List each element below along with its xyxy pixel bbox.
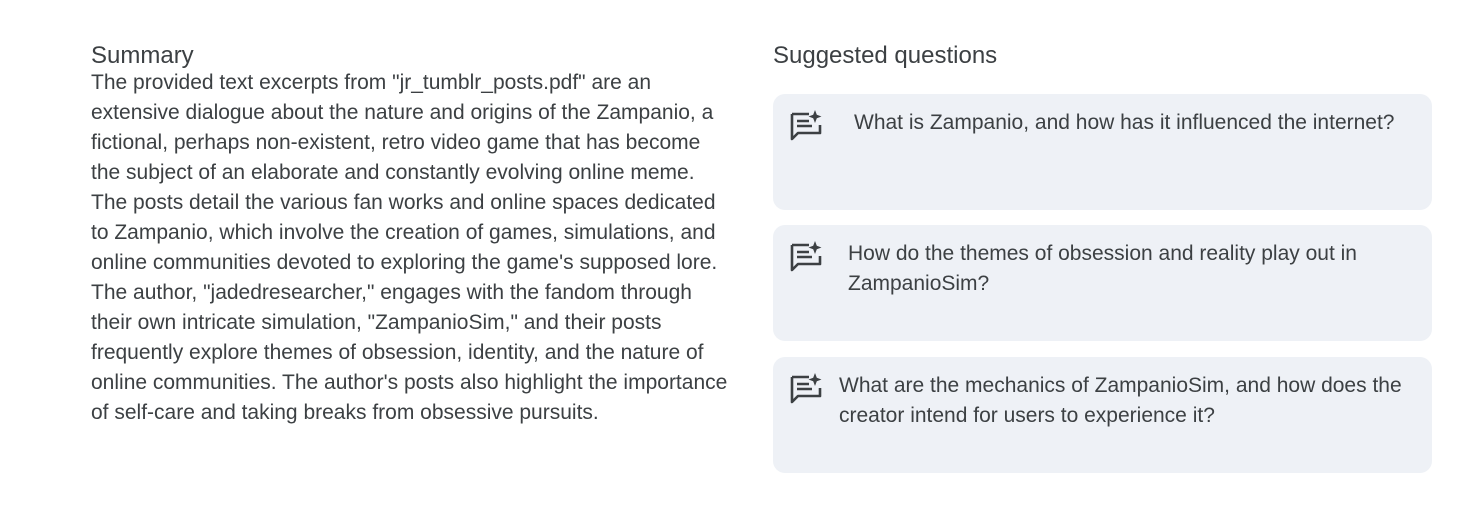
suggested-question-1[interactable]: What is Zampanio, and how has it influen… <box>773 94 1432 210</box>
notes-sparkle-icon <box>790 241 822 272</box>
suggested-questions-section: Suggested questions What is Zampanio, an… <box>773 40 1432 473</box>
summary-text: The provided text excerpts from "jr_tumb… <box>91 71 728 424</box>
notes-sparkle-icon <box>790 373 822 404</box>
suggested-questions-title: Suggested questions <box>773 42 998 69</box>
suggested-question-text: What is Zampanio, and how has it influen… <box>854 111 1395 134</box>
suggested-question-text: What are the mechanics of ZampanioSim, a… <box>839 374 1402 427</box>
suggested-question-text: How do the themes of obsession and reali… <box>848 242 1357 295</box>
notes-sparkle-icon <box>790 110 822 141</box>
suggested-question-2[interactable]: How do the themes of obsession and reali… <box>773 225 1432 341</box>
suggested-question-3[interactable]: What are the mechanics of ZampanioSim, a… <box>773 357 1432 473</box>
summary-section: Summary The provided text excerpts from … <box>91 40 731 428</box>
